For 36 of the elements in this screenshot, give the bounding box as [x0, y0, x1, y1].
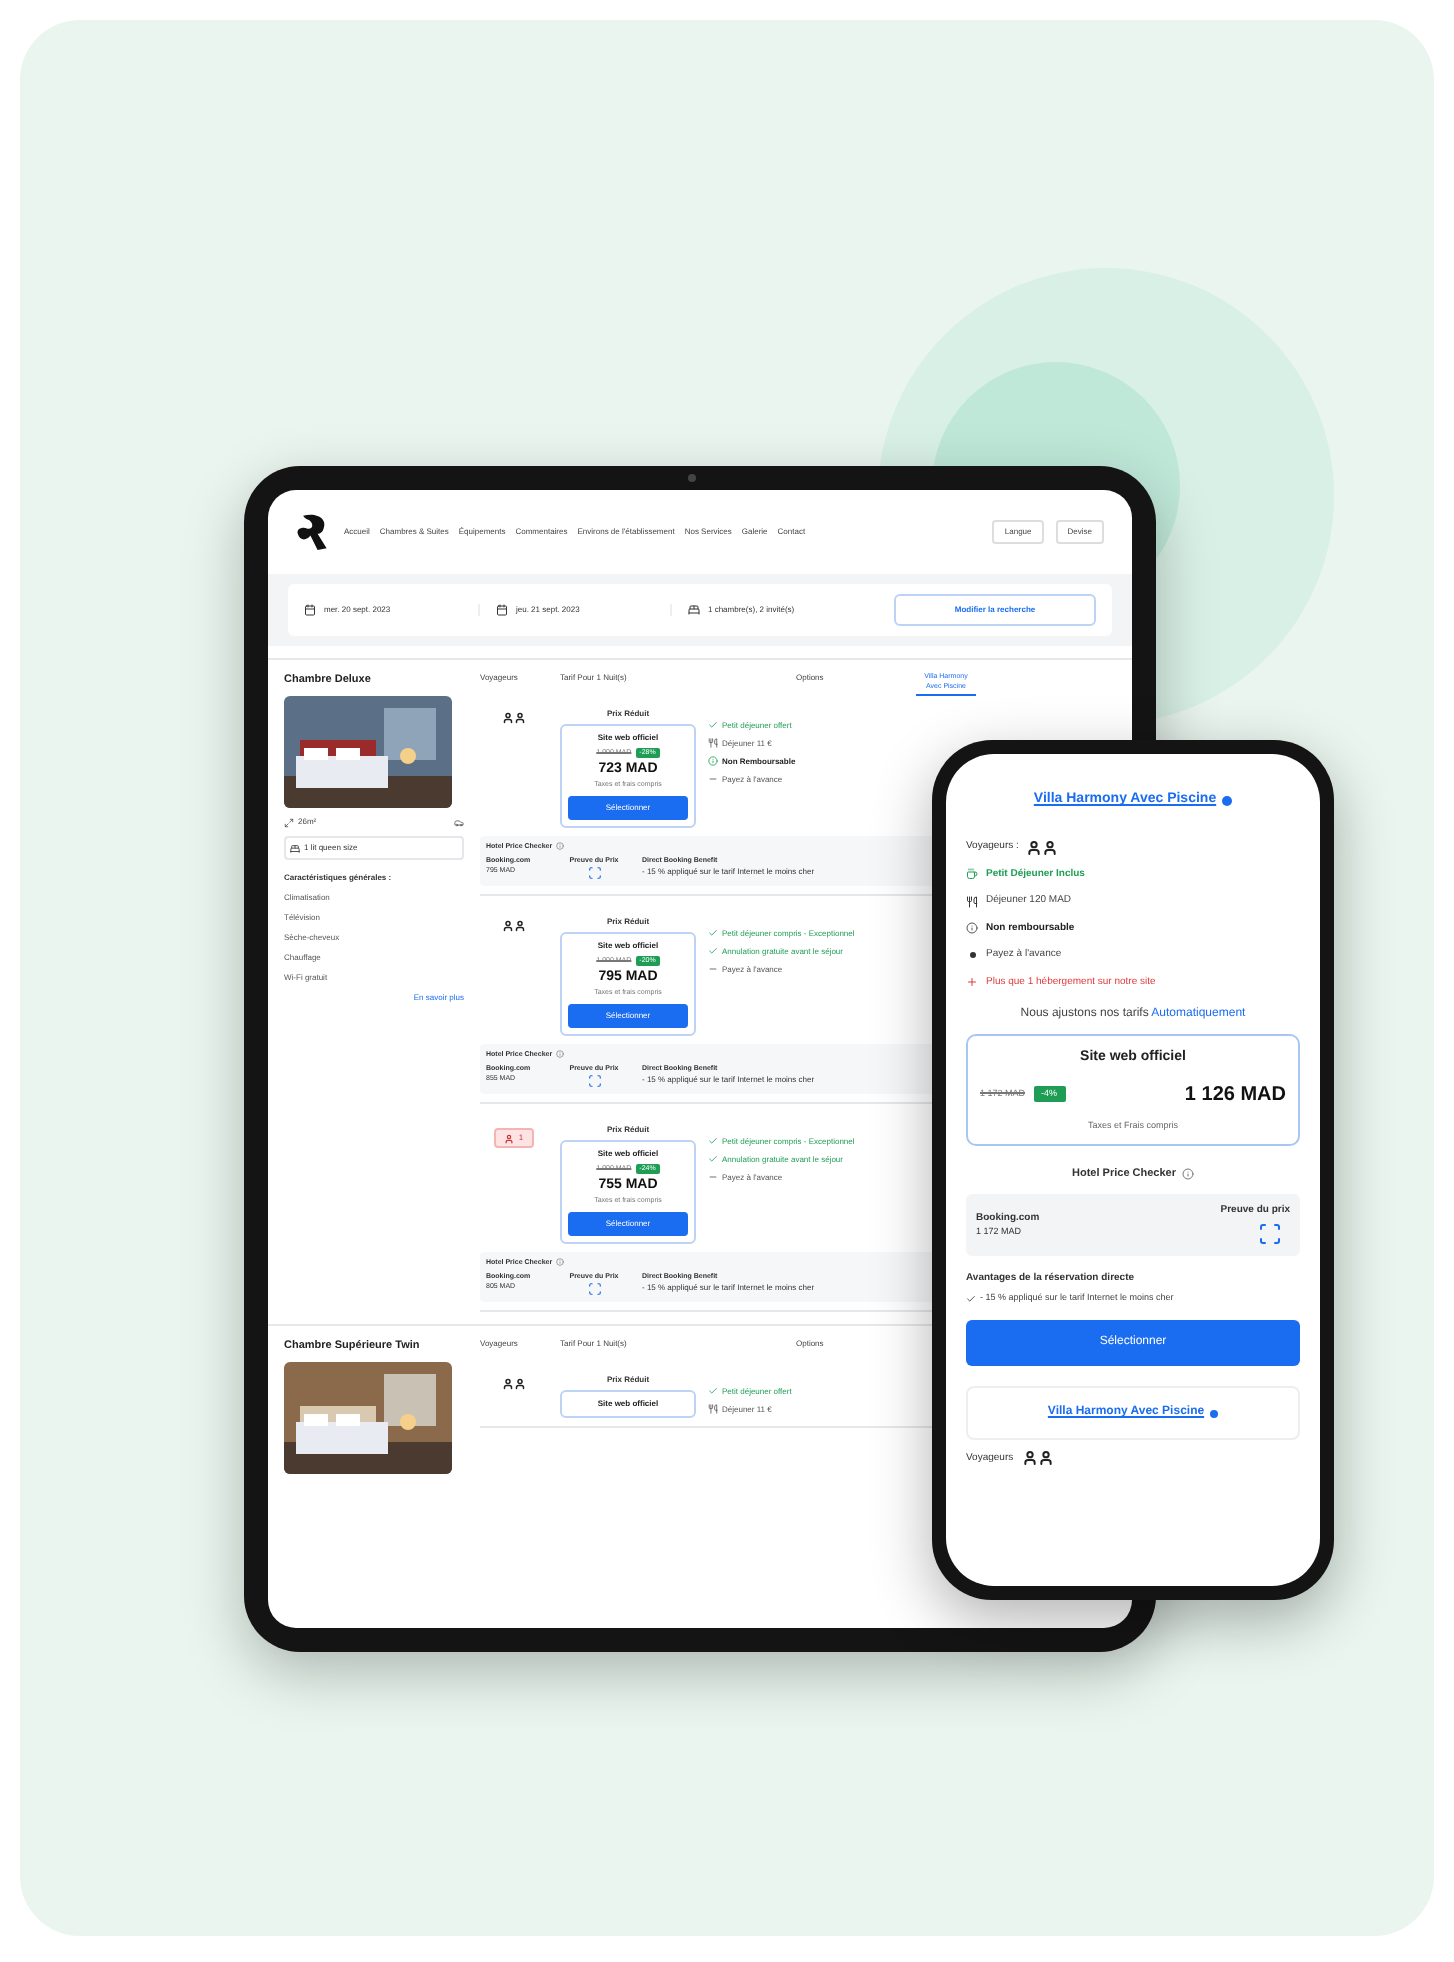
- scan-icon[interactable]: [1258, 1222, 1282, 1246]
- guests-icon: [1021, 1450, 1054, 1467]
- size-icon: [284, 817, 294, 828]
- calendar-icon: [496, 604, 508, 616]
- calendar-icon: [304, 604, 316, 616]
- guests-icon: [1026, 839, 1059, 855]
- check-icon: [966, 1293, 976, 1303]
- guests-icon: [502, 920, 526, 932]
- info-icon: [966, 922, 978, 935]
- scan-icon[interactable]: [587, 1074, 601, 1088]
- check-icon: [708, 1386, 718, 1396]
- info-icon: [556, 1258, 565, 1267]
- dash-icon: [708, 1172, 718, 1182]
- bed-icon: [688, 604, 700, 616]
- bed-icon: [290, 843, 300, 854]
- cutlery-icon: [708, 738, 718, 748]
- dash-icon: [708, 964, 718, 974]
- price: 1 126 MAD: [1184, 1081, 1286, 1109]
- logo-icon: [296, 512, 332, 552]
- info-icon: [556, 1050, 565, 1059]
- camera-icon: [688, 474, 696, 482]
- check-icon: [708, 720, 718, 730]
- dash-icon: [708, 774, 718, 784]
- info-icon: [708, 756, 718, 766]
- info-icon: [1181, 1168, 1194, 1181]
- cutlery-icon: [708, 1404, 718, 1414]
- guests-icon: [502, 712, 526, 724]
- cutlery-icon: [966, 895, 978, 908]
- guests-icon: [502, 1378, 526, 1390]
- scan-icon[interactable]: [587, 1282, 601, 1296]
- bullet-icon: [969, 952, 975, 959]
- info-icon: [556, 842, 565, 851]
- car-icon: [454, 817, 464, 828]
- plus-icon: [966, 976, 978, 989]
- cup-icon: [966, 868, 978, 881]
- scan-icon[interactable]: [587, 866, 601, 880]
